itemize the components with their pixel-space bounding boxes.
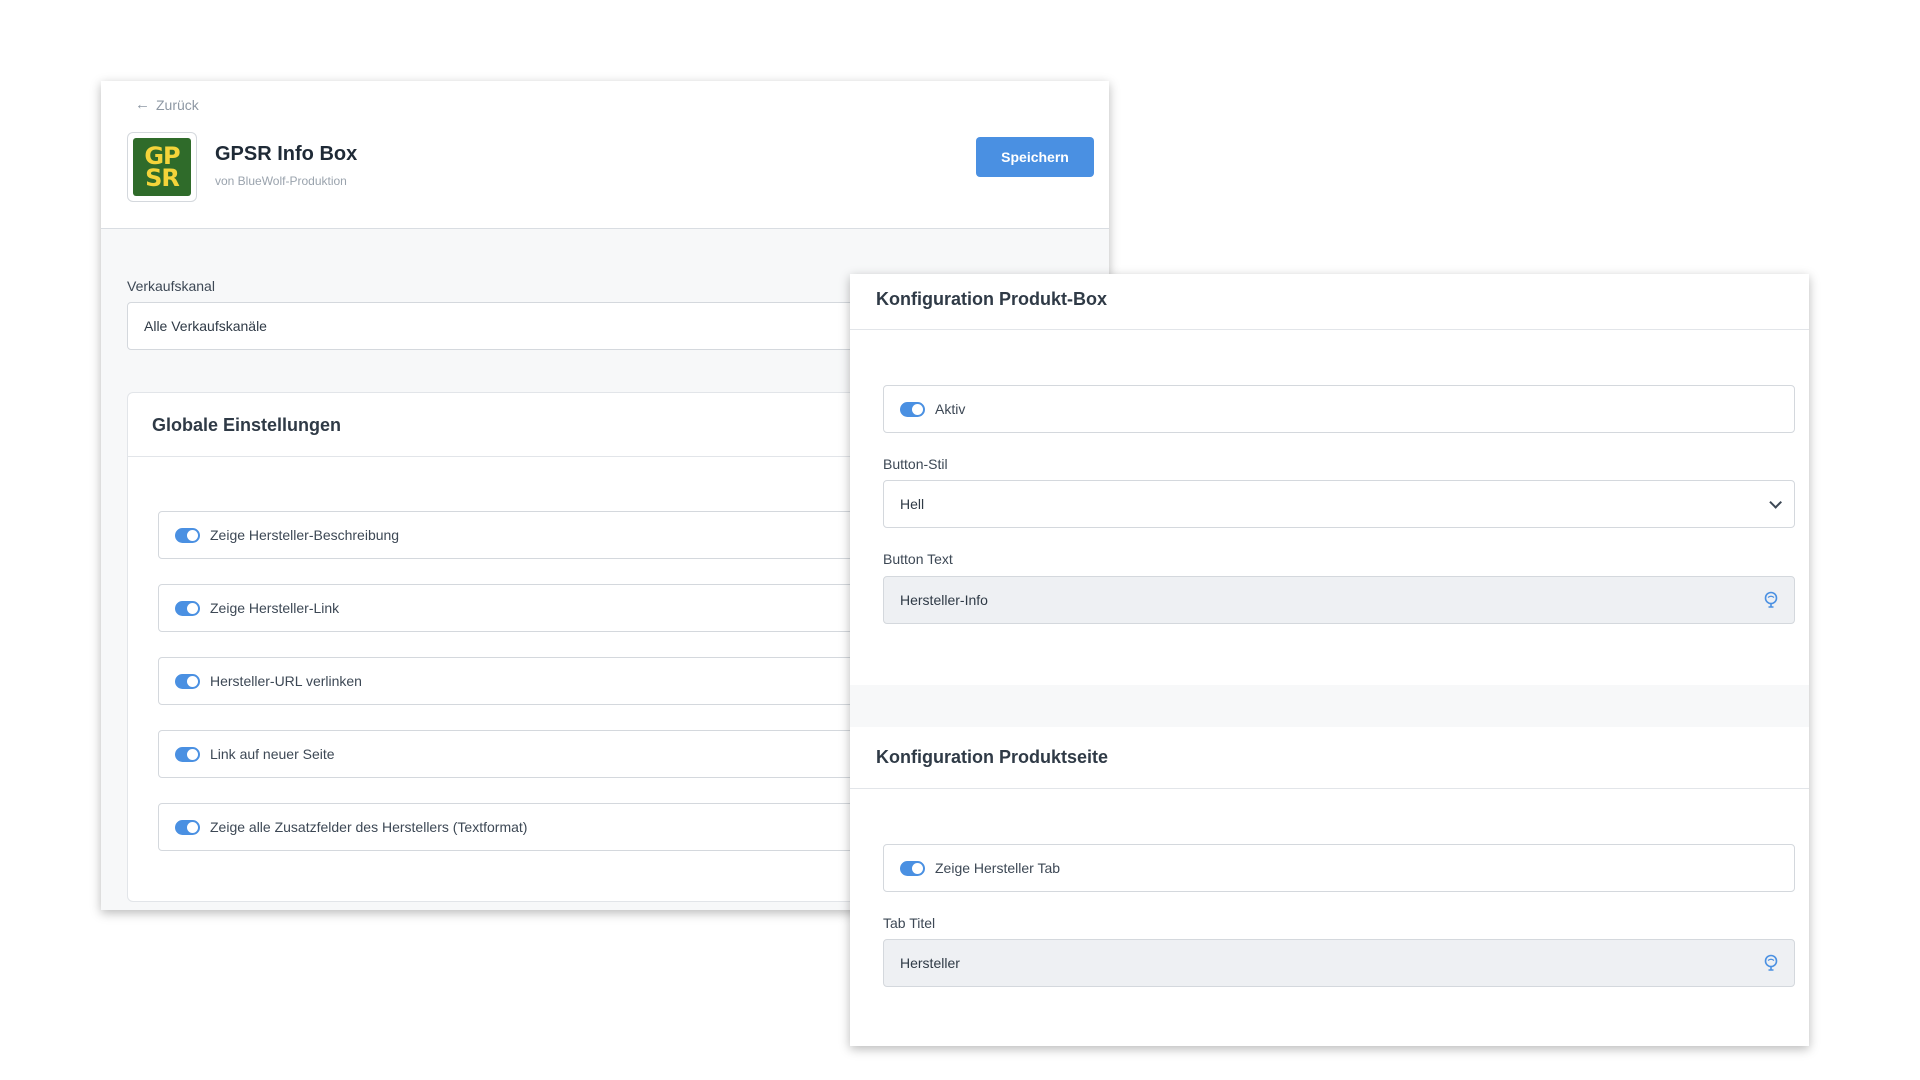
arrow-left-icon: ← [135,96,150,113]
chevron-down-icon [1769,495,1782,509]
toggle-switch[interactable] [900,860,925,876]
global-settings-title: Globale Einstellungen [152,415,342,435]
button-text-value: Hersteller-Info [900,592,988,608]
tab-title-label: Tab Titel [883,915,936,931]
toggle-switch[interactable] [175,819,200,835]
toggle-row-active[interactable]: Aktiv [883,385,1795,433]
product-config-window: Konfiguration Produkt-Box Aktiv Button-S… [850,274,1809,1046]
toggle-label: Zeige Hersteller-Beschreibung [210,527,400,543]
button-text-input[interactable]: Hersteller-Info [883,576,1795,624]
toggle-switch[interactable] [900,401,925,417]
gpsr-logo-icon: GP SR [133,138,191,196]
app-title: GPSR Info Box [215,143,358,165]
tab-title-input[interactable]: Hersteller [883,939,1795,987]
button-style-label: Button-Stil [883,456,948,472]
app-header: ← Zurück GP SR GPSR Info Box von BlueWol… [101,81,1109,229]
back-link[interactable]: ← Zurück [135,96,199,113]
toggle-switch[interactable] [175,600,200,616]
back-label: Zurück [156,96,199,113]
toggle-label: Zeige Hersteller Tab [935,860,1061,876]
translation-globe-icon[interactable] [1764,591,1778,609]
tab-title-value: Hersteller [900,955,960,971]
toggle-switch[interactable] [175,746,200,762]
translation-globe-icon[interactable] [1764,954,1778,972]
app-logo: GP SR [127,132,197,202]
toggle-label: Zeige Hersteller-Link [210,600,340,616]
toggle-label: Zeige alle Zusatzfelder des Herstellers … [210,819,528,835]
product-page-section: Konfiguration Produktseite Zeige Herstel… [850,727,1809,1046]
save-button[interactable]: Speichern [976,137,1094,177]
logo-text-bottom: SR [145,164,180,192]
button-text-label: Button Text [883,551,953,567]
toggle-label: Hersteller-URL verlinken [210,673,362,689]
product-box-section: Konfiguration Produkt-Box Aktiv Button-S… [850,274,1809,685]
toggle-label: Link auf neuer Seite [210,746,335,762]
app-author: von BlueWolf-Produktion [215,174,347,188]
section-divider [850,788,1809,789]
button-style-value: Hell [900,496,925,512]
button-style-select[interactable]: Hell [883,480,1795,528]
toggle-row-manufacturer-tab[interactable]: Zeige Hersteller Tab [883,844,1795,892]
toggle-label: Aktiv [935,401,966,417]
product-box-title: Konfiguration Produkt-Box [876,289,1107,309]
product-page-title: Konfiguration Produktseite [876,747,1109,767]
toggle-switch[interactable] [175,673,200,689]
section-divider [850,329,1809,330]
sales-channel-label: Verkaufskanal [127,278,215,294]
toggle-switch[interactable] [175,527,200,543]
